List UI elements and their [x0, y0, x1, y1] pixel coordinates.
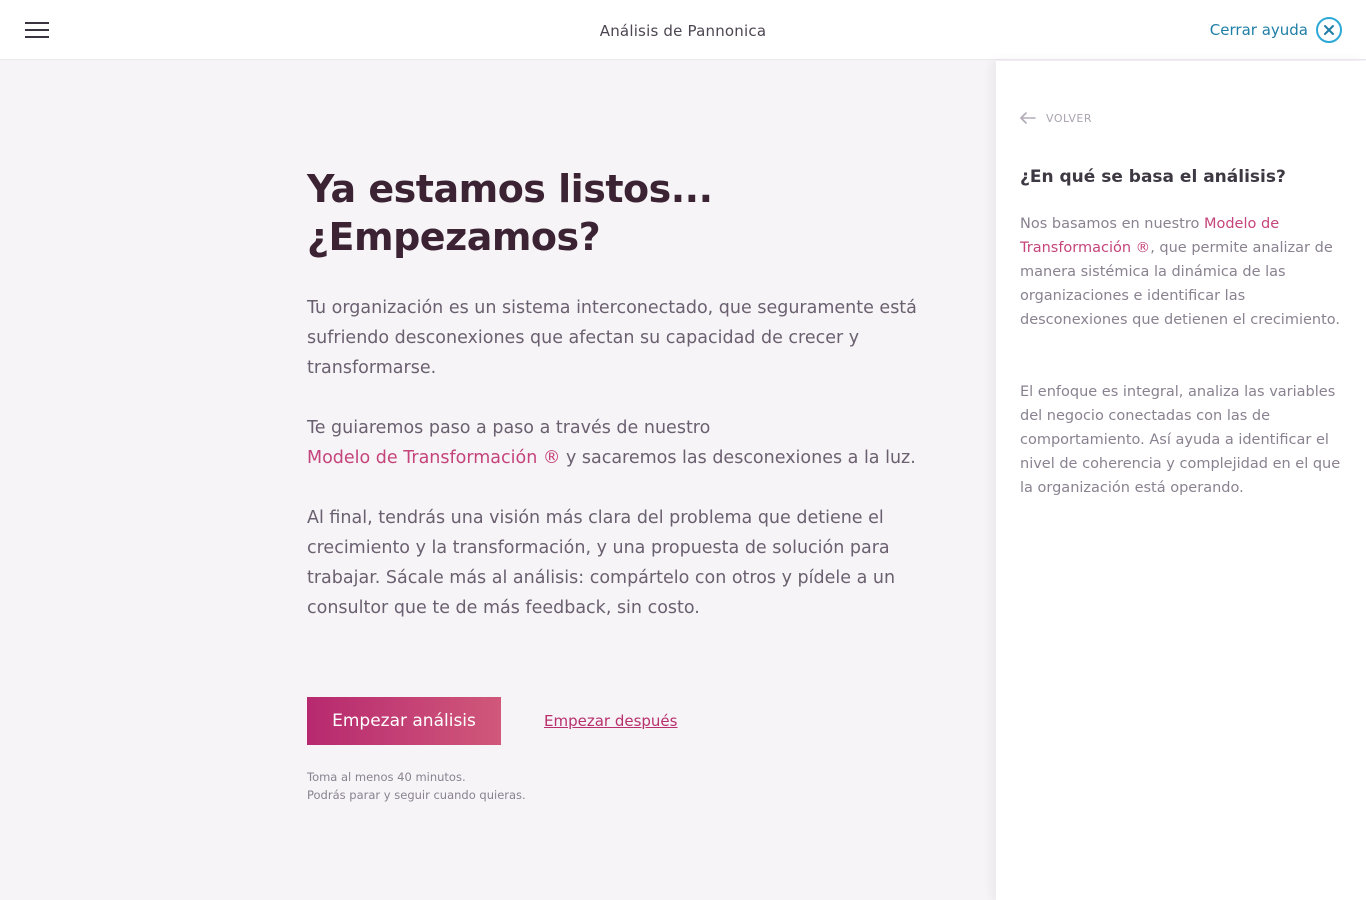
intro-content: Ya estamos listos... ¿Empezamos? Tu orga… [307, 165, 927, 623]
top-bar: Análisis de Pannonica Cerrar ayuda [0, 0, 1366, 60]
arrow-left-icon [1020, 109, 1036, 128]
intro-paragraph-3: Al final, tendrás una visión más clara d… [307, 508, 896, 618]
page-title: Análisis de Pannonica [599, 22, 767, 40]
duration-note: Toma al menos 40 minutos. Podrás parar y… [307, 768, 526, 804]
close-circle-icon[interactable] [1316, 17, 1342, 43]
intro-paragraph-1: Tu organización es un sistema interconec… [307, 298, 917, 378]
transformation-model-link[interactable]: Modelo de Transformación ® [307, 448, 560, 468]
help-p1-start: Nos basamos en nuestro [1020, 216, 1204, 232]
headline: Ya estamos listos... ¿Empezamos? [307, 165, 927, 261]
help-paragraph-1: Nos basamos en nuestro Modelo de Transfo… [1020, 212, 1345, 332]
note-line-2: Podrás parar y seguir cuando quieras. [307, 788, 526, 802]
close-help-button[interactable]: Cerrar ayuda [1210, 17, 1342, 43]
close-help-label: Cerrar ayuda [1209, 21, 1308, 39]
help-paragraph-2: El enfoque es integral, analiza las vari… [1020, 384, 1341, 496]
intro-paragraph-2: Te guiaremos paso a paso a través de nue… [307, 413, 927, 473]
paragraph-2-start: Te guiaremos paso a paso a través de nue… [307, 418, 711, 438]
back-button[interactable]: VOLVER [1020, 109, 1092, 128]
help-title: ¿En qué se basa el análisis? [1020, 167, 1286, 187]
note-line-1: Toma al menos 40 minutos. [307, 770, 466, 784]
back-label: VOLVER [1046, 112, 1093, 125]
headline-line-1: Ya estamos listos... [307, 167, 713, 211]
help-panel: VOLVER ¿En qué se basa el análisis? Nos … [996, 61, 1366, 900]
actions: Empezar análisis Empezar después [307, 697, 677, 745]
headline-line-2: ¿Empezamos? [307, 215, 601, 259]
start-later-link[interactable]: Empezar después [544, 712, 677, 730]
start-analysis-button[interactable]: Empezar análisis [307, 697, 501, 745]
paragraph-2-end: y sacaremos las desconexiones a la luz. [560, 448, 916, 468]
